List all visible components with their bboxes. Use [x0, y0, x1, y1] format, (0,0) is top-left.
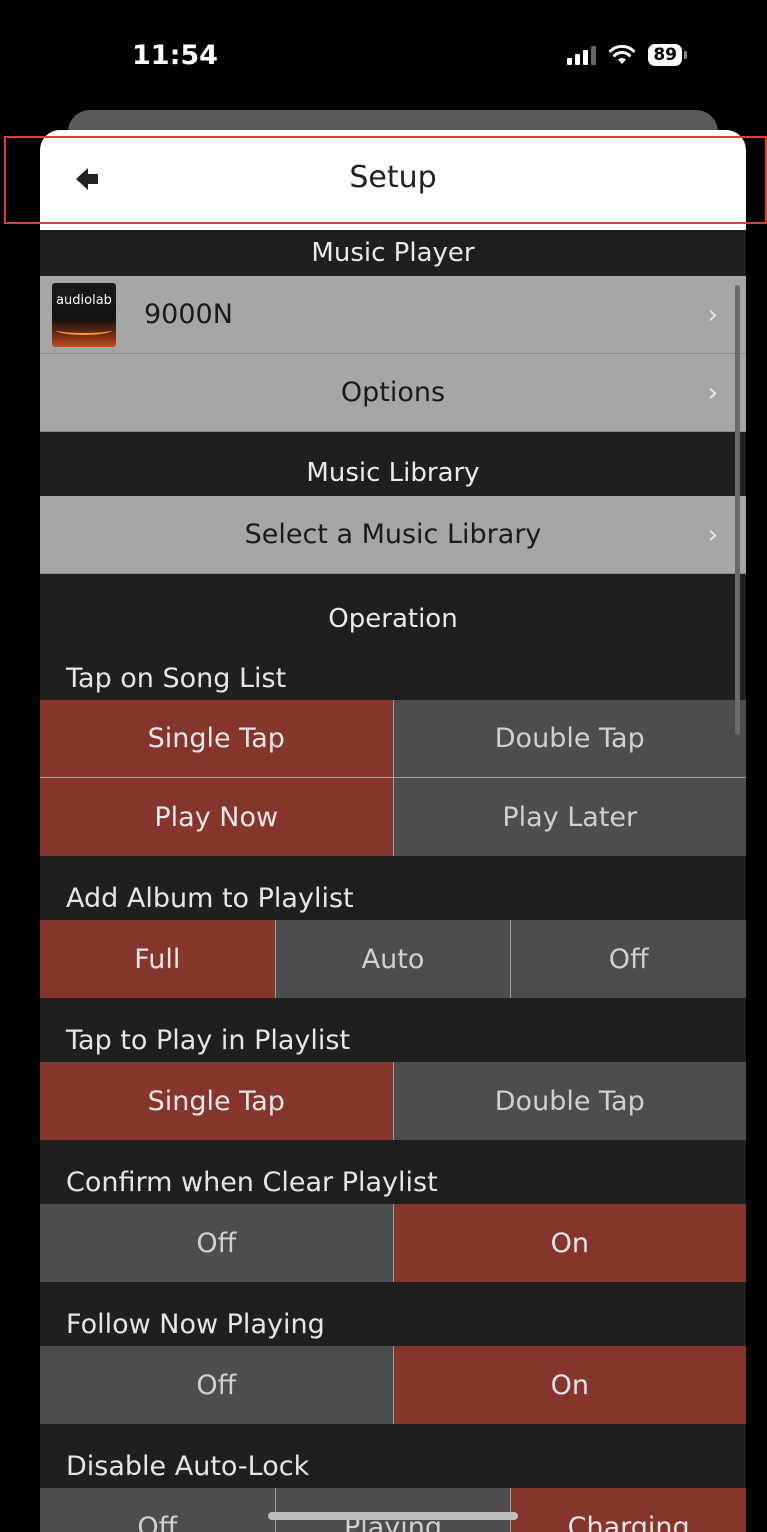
play-now-option[interactable]: Play Now: [40, 778, 394, 856]
chevron-right-icon: ›: [707, 378, 718, 408]
chevron-right-icon: ›: [707, 300, 718, 330]
on-option[interactable]: On: [393, 1346, 746, 1424]
off-option[interactable]: Off: [40, 1488, 276, 1532]
home-indicator[interactable]: [268, 1512, 518, 1520]
single-tap-option[interactable]: Single Tap: [40, 700, 394, 777]
nav-bar: Setup: [40, 130, 746, 230]
device-name: 9000N: [144, 299, 233, 330]
off-option[interactable]: Off: [511, 920, 746, 998]
tap-play-playlist-control: Single Tap Double Tap: [40, 1062, 746, 1140]
charging-option[interactable]: Charging: [511, 1488, 746, 1532]
auto-option[interactable]: Auto: [275, 920, 512, 998]
follow-now-playing-label: Follow Now Playing: [66, 1309, 325, 1340]
tap-song-list-tap-control: Single Tap Double Tap: [40, 700, 746, 778]
playing-option[interactable]: Playing: [275, 1488, 512, 1532]
status-icons: 89: [567, 44, 687, 66]
battery-icon: 89: [648, 44, 687, 66]
battery-level: 89: [648, 44, 682, 66]
full-option[interactable]: Full: [40, 920, 276, 998]
options-label: Options: [340, 377, 446, 408]
confirm-clear-control: Off On: [40, 1204, 746, 1282]
follow-now-playing-control: Off On: [40, 1346, 746, 1424]
options-row[interactable]: Options ›: [40, 354, 746, 432]
disable-autolock-control: Off Playing Charging: [40, 1488, 746, 1532]
play-later-option[interactable]: Play Later: [393, 778, 746, 856]
single-tap-option[interactable]: Single Tap: [40, 1062, 394, 1140]
off-option[interactable]: Off: [40, 1204, 394, 1282]
add-album-label: Add Album to Playlist: [66, 883, 354, 914]
confirm-clear-label: Confirm when Clear Playlist: [66, 1167, 438, 1198]
off-option[interactable]: Off: [40, 1346, 394, 1424]
scrollbar[interactable]: [735, 285, 740, 735]
on-option[interactable]: On: [393, 1204, 746, 1282]
settings-content: Music Player audiolab 9000N › Options › …: [40, 230, 746, 1532]
page-title: Setup: [349, 160, 437, 195]
add-album-control: Full Auto Off: [40, 920, 746, 998]
music-library-header: Music Library: [40, 432, 746, 496]
status-bar: 11:54 89: [0, 0, 767, 110]
music-player-header: Music Player: [40, 230, 746, 276]
double-tap-option[interactable]: Double Tap: [393, 1062, 746, 1140]
select-library-row[interactable]: Select a Music Library ›: [40, 496, 746, 574]
chevron-right-icon: ›: [707, 520, 718, 550]
audiolab-logo: audiolab: [52, 282, 116, 347]
select-library-label: Select a Music Library: [244, 519, 542, 550]
disable-autolock-label: Disable Auto-Lock: [66, 1451, 310, 1482]
double-tap-option[interactable]: Double Tap: [393, 700, 746, 777]
tap-song-list-label: Tap on Song List: [66, 663, 287, 694]
status-time: 11:54: [132, 40, 218, 71]
wifi-icon: [609, 44, 636, 64]
tap-play-playlist-label: Tap to Play in Playlist: [66, 1025, 351, 1056]
setup-sheet: Setup Music Player audiolab 9000N › Opti…: [40, 130, 746, 1532]
device-row[interactable]: audiolab 9000N ›: [40, 276, 746, 354]
cellular-signal-icon: [567, 45, 597, 65]
operation-header: Operation: [40, 574, 746, 654]
tap-song-list-play-control: Play Now Play Later: [40, 778, 746, 856]
